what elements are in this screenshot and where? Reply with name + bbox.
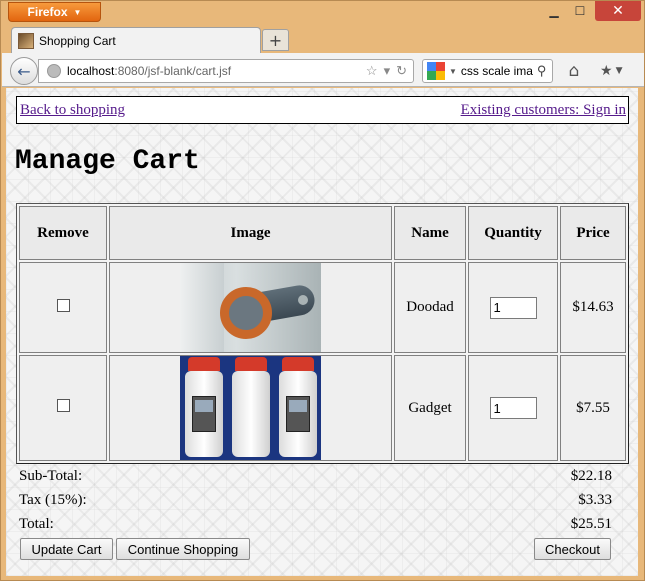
product-price: $14.63 bbox=[560, 262, 626, 353]
url-path: :8080/jsf-blank/cart.jsf bbox=[114, 64, 232, 78]
total-value: $25.51 bbox=[570, 516, 612, 532]
url-bar[interactable]: localhost:8080/jsf-blank/cart.jsf ☆ ▾ ↻ bbox=[38, 59, 414, 83]
page-content: Back to shopping Existing customers: Sig… bbox=[6, 88, 638, 576]
close-window-button[interactable]: ✕ bbox=[595, 1, 641, 21]
quantity-cell bbox=[468, 355, 558, 461]
column-header-quantity: Quantity bbox=[468, 206, 558, 260]
caret-down-icon: ▼ bbox=[449, 66, 457, 76]
title-bar: Firefox ▼ ▁ ☐ ✕ bbox=[1, 1, 645, 27]
top-navigation: Back to shopping Existing customers: Sig… bbox=[16, 96, 629, 124]
tab-shopping-cart[interactable]: Shopping Cart bbox=[11, 27, 261, 53]
home-icon: ⌂ bbox=[568, 61, 580, 81]
product-name: Gadget bbox=[394, 355, 466, 461]
column-header-name: Name bbox=[394, 206, 466, 260]
quantity-input[interactable] bbox=[489, 296, 537, 319]
column-header-image: Image bbox=[109, 206, 392, 260]
maximize-button[interactable]: ☐ bbox=[567, 1, 593, 21]
image-cell bbox=[109, 355, 392, 461]
bookmark-star-icon: ★ bbox=[600, 63, 613, 79]
favicon-icon bbox=[18, 32, 34, 49]
firefox-menu-button[interactable]: Firefox ▼ bbox=[8, 2, 101, 22]
quantity-cell bbox=[468, 262, 558, 353]
subtotal-label: Sub-Total: bbox=[19, 468, 83, 484]
table-row: Doodad $14.63 bbox=[19, 262, 626, 353]
search-bar[interactable]: ▼ css scale imag ⚲ bbox=[422, 59, 553, 83]
reload-icon[interactable]: ↻ bbox=[396, 63, 407, 79]
remove-checkbox[interactable] bbox=[56, 298, 70, 312]
product-name: Doodad bbox=[394, 262, 466, 353]
new-tab-button[interactable]: + bbox=[262, 29, 289, 51]
total-label: Total: bbox=[19, 516, 54, 532]
cart-table: Remove Image Name Quantity Price Doodad … bbox=[16, 203, 629, 464]
remove-checkbox[interactable] bbox=[56, 399, 70, 412]
firefox-menu-label: Firefox bbox=[27, 5, 68, 19]
browser-window: Firefox ▼ ▁ ☐ ✕ Shopping Cart + ← localh… bbox=[0, 0, 645, 581]
tax-value: $3.33 bbox=[578, 492, 612, 508]
back-button[interactable]: ← bbox=[10, 57, 38, 85]
url-host: localhost bbox=[67, 64, 115, 78]
search-icon[interactable]: ⚲ bbox=[537, 63, 547, 79]
minimize-button[interactable]: ▁ bbox=[541, 1, 567, 21]
continue-shopping-button[interactable]: Continue Shopping bbox=[116, 538, 250, 560]
dropdown-arrow-icon[interactable]: ▾ bbox=[384, 63, 391, 79]
table-row: Gadget $7.55 bbox=[19, 355, 626, 461]
globe-icon bbox=[47, 64, 61, 78]
sign-in-link[interactable]: Existing customers: Sign in bbox=[461, 102, 626, 119]
checkout-button[interactable]: Checkout bbox=[534, 538, 611, 560]
remove-cell bbox=[19, 355, 107, 461]
remove-cell bbox=[19, 262, 107, 353]
back-to-shopping-link[interactable]: Back to shopping bbox=[20, 102, 125, 119]
caret-down-icon: ▼ bbox=[73, 7, 82, 17]
tab-title: Shopping Cart bbox=[39, 33, 116, 48]
navigation-toolbar: ← localhost:8080/jsf-blank/cart.jsf ☆ ▾ … bbox=[2, 53, 644, 87]
bookmarks-button[interactable]: ★ ▼ bbox=[600, 61, 634, 81]
update-cart-button[interactable]: Update Cart bbox=[20, 538, 113, 560]
subtotal-value: $22.18 bbox=[570, 468, 612, 484]
quantity-input[interactable] bbox=[489, 397, 537, 419]
image-cell bbox=[109, 262, 392, 353]
star-icon[interactable]: ☆ bbox=[366, 63, 378, 79]
home-button[interactable]: ⌂ bbox=[564, 61, 584, 81]
table-header-row: Remove Image Name Quantity Price bbox=[19, 206, 626, 260]
google-logo-icon[interactable] bbox=[427, 62, 445, 80]
caret-down-icon: ▼ bbox=[615, 66, 623, 76]
product-price: $7.55 bbox=[560, 355, 626, 461]
doodad-image bbox=[180, 263, 321, 352]
column-header-remove: Remove bbox=[19, 206, 107, 260]
column-header-price: Price bbox=[560, 206, 626, 260]
gadget-image bbox=[180, 356, 321, 460]
search-input[interactable]: css scale imag bbox=[461, 64, 533, 78]
page-title: Manage Cart bbox=[15, 146, 200, 177]
tax-label: Tax (15%): bbox=[19, 492, 87, 508]
plus-icon: + bbox=[268, 30, 283, 50]
tab-bar: Shopping Cart + bbox=[1, 25, 645, 53]
arrow-left-icon: ← bbox=[17, 61, 31, 81]
